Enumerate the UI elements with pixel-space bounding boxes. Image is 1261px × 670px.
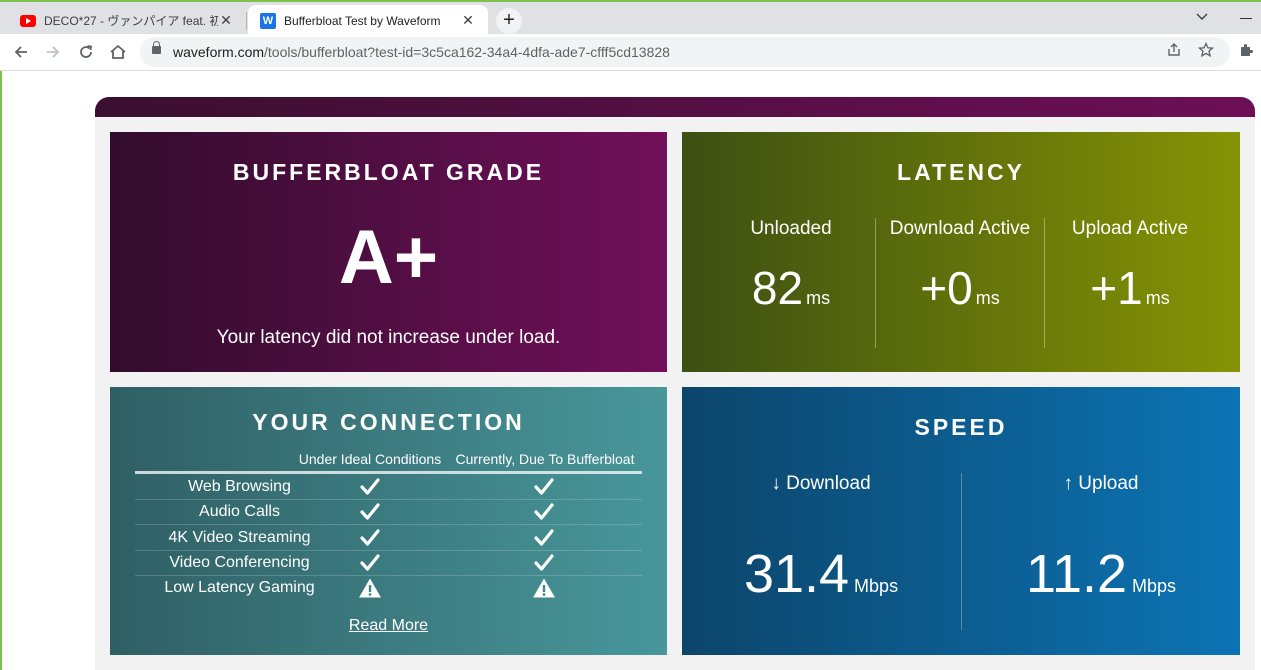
column-header-current: Currently, Due To Bufferbloat bbox=[455, 451, 635, 467]
panel-header-bar bbox=[95, 97, 1255, 117]
tab-youtube[interactable]: DECO*27 - ヴァンパイア feat. 初音ミ ✕ bbox=[8, 5, 246, 36]
table-header-rule bbox=[135, 471, 642, 474]
tab-title: DECO*27 - ヴァンパイア feat. 初音ミ bbox=[44, 14, 218, 28]
latency-unit: ms bbox=[975, 288, 1000, 308]
download-label: ↓ Download bbox=[771, 473, 871, 494]
results-panel: BUFFERBLOAT GRADE A+ Your latency did no… bbox=[95, 97, 1255, 670]
upload-value: 11.2 bbox=[1025, 544, 1128, 604]
connection-row: Audio Calls bbox=[135, 500, 642, 526]
connection-row: Web Browsing bbox=[135, 475, 642, 500]
connection-row: 4K Video Streaming bbox=[135, 526, 642, 551]
download-unit: Mbps bbox=[854, 576, 899, 596]
window-border bbox=[0, 71, 2, 670]
latency-value-row: 82 ms bbox=[706, 258, 876, 318]
minimize-window-icon[interactable] bbox=[1240, 18, 1252, 19]
latency-unloaded: Unloaded 82 ms bbox=[706, 218, 876, 348]
latency-value: +1 bbox=[1090, 262, 1143, 314]
checkmark-icon bbox=[532, 501, 556, 523]
browser-toolbar: waveform.com/tools/bufferbloat?test-id=3… bbox=[0, 34, 1261, 71]
reload-button[interactable] bbox=[74, 41, 98, 63]
upload-value-row: 11.2 Mbps bbox=[966, 539, 1236, 609]
download-value-row: 31.4 Mbps bbox=[686, 539, 956, 609]
latency-value: 82 bbox=[751, 262, 804, 314]
connection-row-label: Audio Calls bbox=[199, 503, 280, 521]
latency-value: +0 bbox=[920, 262, 973, 314]
checkmark-icon bbox=[358, 527, 382, 549]
url-text[interactable]: waveform.com/tools/bufferbloat?test-id=3… bbox=[173, 44, 670, 60]
latency-value-row: +0 ms bbox=[875, 258, 1045, 318]
warning-icon bbox=[532, 577, 556, 599]
warning-icon bbox=[358, 577, 382, 599]
home-button[interactable] bbox=[106, 41, 130, 63]
connection-row-label: Video Conferencing bbox=[169, 553, 310, 571]
upload-label: ↑ Upload bbox=[1063, 473, 1139, 494]
grade-heading: BUFFERBLOAT GRADE bbox=[232, 159, 545, 185]
speed-card: SPEED ↓ Download 31.4 Mbps ↑ Upload 11.2 M… bbox=[682, 387, 1240, 655]
column-divider bbox=[961, 473, 962, 630]
latency-unit: ms bbox=[1145, 288, 1170, 308]
column-header-ideal: Under Ideal Conditions bbox=[298, 451, 442, 467]
latency-unit: ms bbox=[806, 288, 831, 308]
forward-button[interactable] bbox=[41, 41, 65, 63]
lock-icon[interactable] bbox=[152, 41, 161, 54]
tab-separator bbox=[246, 12, 247, 30]
checkmark-icon bbox=[532, 527, 556, 549]
connection-row: Video Conferencing bbox=[135, 551, 642, 576]
bookmark-star-icon[interactable] bbox=[1197, 41, 1215, 61]
share-icon[interactable] bbox=[1166, 42, 1182, 61]
connection-row-label: 4K Video Streaming bbox=[168, 528, 311, 546]
connection-row-label: Web Browsing bbox=[188, 478, 291, 495]
url-host: waveform.com bbox=[173, 44, 265, 60]
latency-heading: LATENCY bbox=[897, 159, 1025, 185]
checkmark-icon bbox=[358, 501, 382, 523]
tab-title: Bufferbloat Test by Waveform bbox=[284, 13, 441, 28]
checkmark-icon bbox=[532, 552, 556, 574]
latency-label: Upload Active bbox=[1071, 218, 1189, 239]
tab-search-icon[interactable] bbox=[1196, 10, 1208, 24]
checkmark-icon bbox=[532, 476, 556, 498]
grade-message: Your latency did not increase under load… bbox=[216, 327, 561, 348]
close-tab-icon[interactable]: ✕ bbox=[218, 12, 234, 29]
url-path: /tools/bufferbloat?test-id=3c5ca162-34a4… bbox=[264, 44, 670, 60]
connection-row-label: Low Latency Gaming bbox=[164, 579, 315, 597]
speed-heading: SPEED bbox=[914, 414, 1008, 440]
grade-value: A+ bbox=[338, 215, 439, 300]
latency-upload-active: Upload Active +1 ms bbox=[1045, 218, 1215, 348]
latency-download-active: Download Active +0 ms bbox=[875, 218, 1045, 348]
latency-value-row: +1 ms bbox=[1045, 258, 1215, 318]
waveform-icon: W bbox=[260, 12, 276, 29]
connection-heading: YOUR CONNECTION bbox=[252, 409, 525, 435]
close-tab-icon[interactable]: ✕ bbox=[460, 12, 476, 29]
connection-row: Low Latency Gaming bbox=[135, 576, 642, 601]
bufferbloat-grade-card: BUFFERBLOAT GRADE A+ Your latency did no… bbox=[110, 132, 667, 372]
latency-label: Download Active bbox=[889, 218, 1031, 239]
your-connection-card: YOUR CONNECTION Under Ideal Conditions C… bbox=[110, 387, 667, 655]
new-tab-button[interactable]: + bbox=[496, 8, 522, 34]
tab-waveform[interactable]: W Bufferbloat Test by Waveform ✕ bbox=[248, 5, 488, 36]
address-bar[interactable]: waveform.com/tools/bufferbloat?test-id=3… bbox=[140, 37, 1230, 67]
upload-unit: Mbps bbox=[1132, 576, 1177, 596]
download-value: 31.4 bbox=[743, 544, 850, 604]
download-speed: ↓ Download 31.4 Mbps bbox=[686, 473, 956, 633]
back-button[interactable] bbox=[9, 41, 33, 63]
upload-speed: ↑ Upload 11.2 Mbps bbox=[966, 473, 1236, 633]
checkmark-icon bbox=[358, 552, 382, 574]
latency-label: Unloaded bbox=[750, 218, 832, 239]
latency-card: LATENCY Unloaded 82 ms Download Active +0… bbox=[682, 132, 1240, 372]
youtube-icon bbox=[20, 14, 36, 27]
tab-strip: DECO*27 - ヴァンパイア feat. 初音ミ ✕ W Bufferblo… bbox=[0, 0, 1261, 36]
checkmark-icon bbox=[358, 476, 382, 498]
read-more-link[interactable]: Read More bbox=[110, 617, 667, 635]
extensions-puzzle-icon[interactable] bbox=[1238, 42, 1254, 63]
